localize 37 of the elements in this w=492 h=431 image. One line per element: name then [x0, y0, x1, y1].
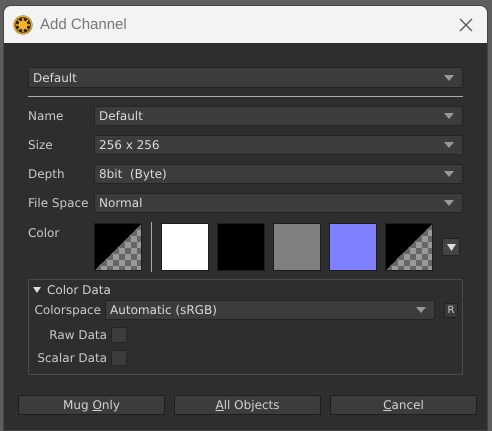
- color-swatch[interactable]: [273, 223, 321, 271]
- transparent-swatch[interactable]: [385, 223, 433, 271]
- caret-icon: [416, 307, 426, 313]
- field-label: Depth: [28, 167, 66, 181]
- window-title: Add Channel: [40, 16, 128, 33]
- checkbox-label: Scalar Data: [36, 351, 108, 365]
- field-label: File Space: [28, 196, 90, 210]
- checkbox-label: Raw Data: [48, 328, 108, 342]
- caret-icon: [444, 142, 454, 148]
- color-swatch[interactable]: [161, 223, 209, 271]
- preset-dropdown[interactable]: Default: [28, 67, 463, 88]
- color-swatch[interactable]: [217, 223, 265, 271]
- dropdown-field[interactable]: 256 x 256: [94, 135, 463, 155]
- field-label: Color: [28, 226, 60, 240]
- dropdown-field[interactable]: Normal: [94, 193, 463, 213]
- field-label: Size: [28, 138, 54, 152]
- reset-button[interactable]: R: [444, 302, 458, 318]
- color-swatch[interactable]: [329, 223, 377, 271]
- caret-icon: [444, 171, 454, 177]
- app-logo-icon: [13, 14, 33, 34]
- close-icon[interactable]: [459, 18, 473, 32]
- current-color-swatch[interactable]: [94, 223, 142, 271]
- triangle-icon: [33, 286, 41, 294]
- colorspace-dropdown[interactable]: Automatic (sRGB): [105, 300, 436, 320]
- color-data-toggle[interactable]: Color Data: [33, 283, 458, 296]
- swatch-menu-button[interactable]: [442, 238, 460, 256]
- caret-icon: [444, 200, 454, 206]
- caret-icon: [444, 74, 454, 80]
- dialog-button[interactable]: All Objects: [174, 395, 321, 415]
- caret-icon: [446, 244, 456, 250]
- field-label: Colorspace: [34, 303, 102, 317]
- field-label: Name: [28, 109, 64, 123]
- dialog-button[interactable]: Mug Only: [18, 395, 165, 415]
- dialog-button[interactable]: Cancel: [330, 395, 477, 415]
- dropdown-field[interactable]: 8bit (Byte): [94, 164, 463, 184]
- dropdown-field[interactable]: Default: [94, 106, 463, 126]
- caret-icon: [444, 113, 454, 119]
